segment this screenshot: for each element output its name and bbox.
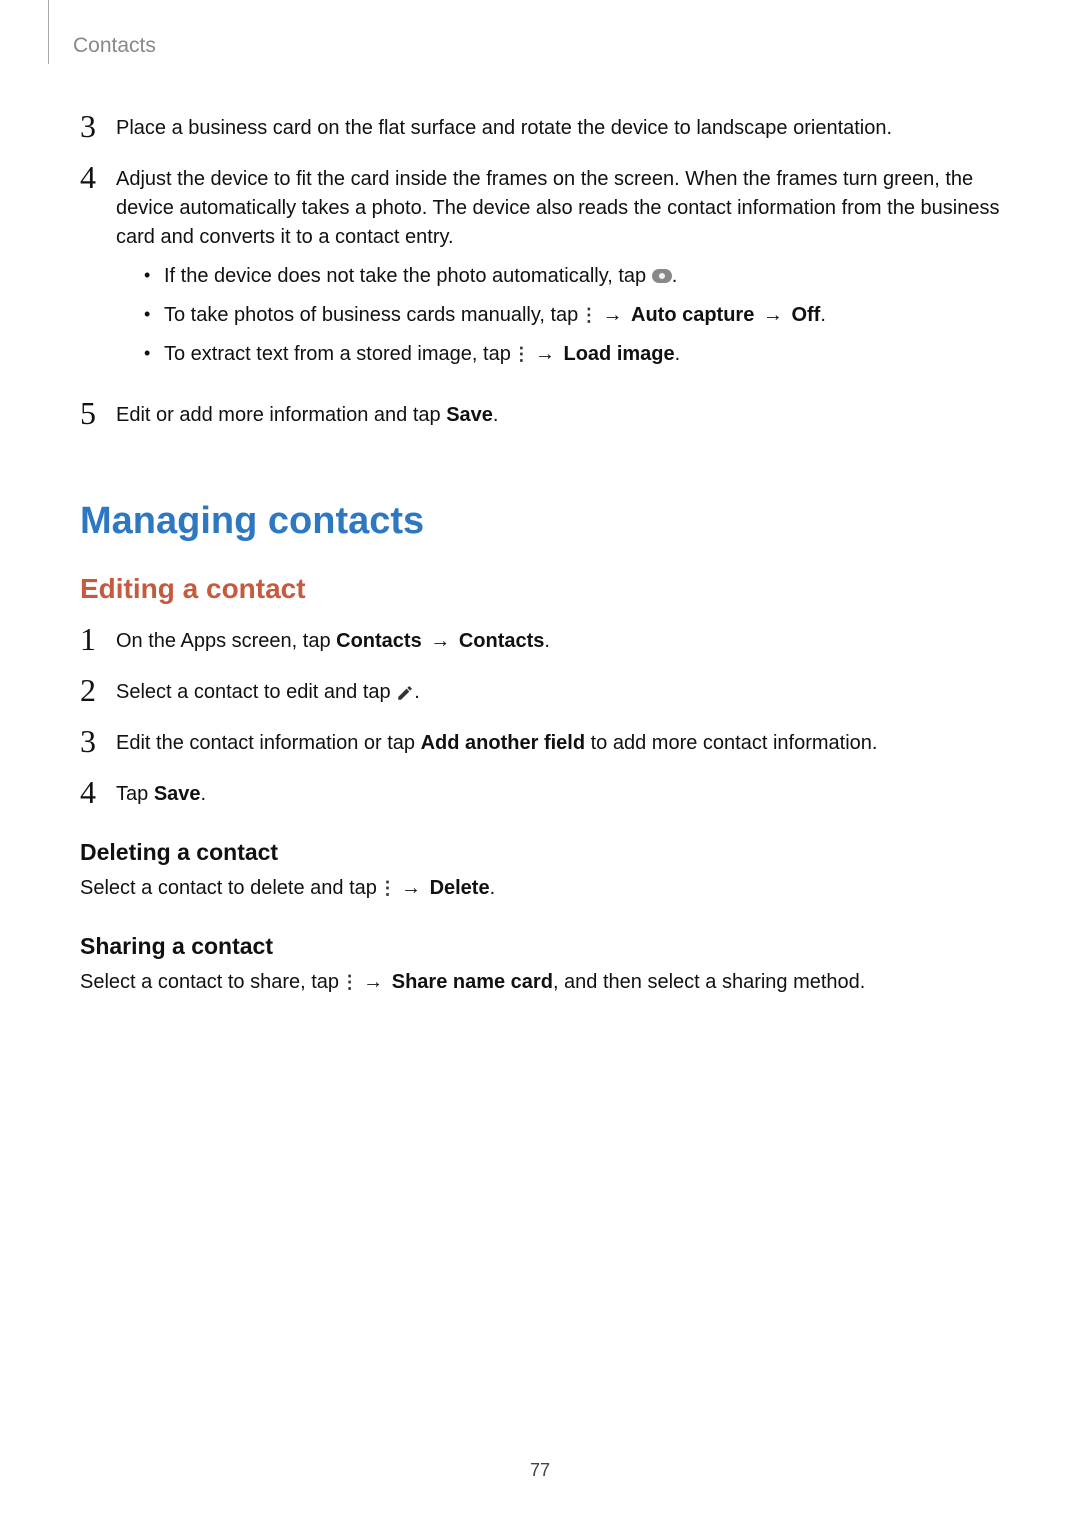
load-image-label: Load image [564, 343, 675, 365]
subsection-heading: Editing a contact [80, 573, 1000, 605]
contacts-tab-label: Contacts [459, 630, 545, 652]
step-4-bullets: • If the device does not take the photo … [116, 262, 1000, 369]
page-body: 3 Place a business card on the flat surf… [0, 0, 1080, 1043]
edit2-pre: Select a contact to edit and tap [116, 681, 396, 703]
arrow-icon: → [599, 304, 625, 326]
edit1-post: . [544, 630, 550, 652]
edit1-pre: On the Apps screen, tap [116, 630, 336, 652]
deleting-paragraph: Select a contact to delete and tap → Del… [80, 874, 1000, 903]
edit2-post: . [414, 681, 420, 703]
step-number: 2 [80, 674, 116, 706]
arrow-icon: → [427, 630, 453, 652]
edit4-post: . [201, 783, 207, 805]
step-number: 4 [80, 776, 116, 808]
bullet-text-pre: To extract text from a stored image, tap [164, 343, 516, 365]
overflow-menu-icon [584, 307, 594, 323]
subsub-heading-deleting: Deleting a contact [80, 839, 1000, 866]
auto-capture-label: Auto capture [631, 304, 754, 326]
step-text: Edit or add more information and tap Sav… [116, 397, 498, 430]
arrow-icon: → [760, 304, 786, 326]
edit-step-4: 4 Tap Save. [80, 776, 1000, 809]
off-label: Off [791, 304, 820, 326]
arrow-icon: → [360, 971, 386, 993]
step-text: Tap Save. [116, 776, 206, 809]
edit-step-3: 3 Edit the contact information or tap Ad… [80, 725, 1000, 758]
step-number: 5 [80, 397, 116, 429]
bullet-auto-capture: • To take photos of business cards manua… [144, 301, 1000, 330]
step-5-post: . [493, 404, 499, 426]
arrow-icon: → [532, 343, 558, 365]
bullet-text-post: . [672, 265, 678, 287]
bullet-text-post: . [820, 304, 826, 326]
step-4: 4 Adjust the device to fit the card insi… [80, 161, 1000, 379]
bullet-dot-icon: • [144, 301, 164, 328]
sharing-post: , and then select a sharing method. [553, 971, 865, 993]
arrow-icon: → [398, 877, 424, 899]
bullet-dot-icon: • [144, 340, 164, 367]
bullet-text-pre: To take photos of business cards manuall… [164, 304, 584, 326]
share-name-card-label: Share name card [392, 971, 553, 993]
subsub-heading-sharing: Sharing a contact [80, 933, 1000, 960]
overflow-menu-icon [516, 346, 526, 362]
bullet-auto-photo: • If the device does not take the photo … [144, 262, 1000, 291]
section-heading: Managing contacts [80, 500, 1000, 543]
deleting-pre: Select a contact to delete and tap [80, 877, 382, 899]
contacts-app-label: Contacts [336, 630, 422, 652]
edit-step-1: 1 On the Apps screen, tap Contacts → Con… [80, 623, 1000, 656]
sharing-paragraph: Select a contact to share, tap → Share n… [80, 968, 1000, 997]
sharing-pre: Select a contact to share, tap [80, 971, 345, 993]
step-text: Edit the contact information or tap Add … [116, 725, 877, 758]
step-5: 5 Edit or add more information and tap S… [80, 397, 1000, 430]
bullet-text-post: . [675, 343, 681, 365]
edit-step-2: 2 Select a contact to edit and tap . [80, 674, 1000, 707]
step-4-intro: Adjust the device to fit the card inside… [116, 168, 999, 248]
step-text: Place a business card on the flat surfac… [116, 110, 892, 143]
header-section-tab: Contacts [48, 0, 156, 64]
camera-chip-icon [652, 269, 672, 283]
overflow-menu-icon [382, 880, 392, 896]
save-label: Save [446, 404, 493, 426]
delete-label: Delete [430, 877, 490, 899]
step-5-pre: Edit or add more information and tap [116, 404, 446, 426]
bullet-load-image: • To extract text from a stored image, t… [144, 340, 1000, 369]
step-number: 3 [80, 110, 116, 142]
edit3-pre: Edit the contact information or tap [116, 732, 421, 754]
edit4-pre: Tap [116, 783, 154, 805]
step-text: Select a contact to edit and tap . [116, 674, 420, 707]
header-section-label: Contacts [73, 34, 156, 58]
step-text: Adjust the device to fit the card inside… [116, 161, 1000, 379]
pencil-edit-icon [396, 684, 414, 702]
step-3: 3 Place a business card on the flat surf… [80, 110, 1000, 143]
step-number: 3 [80, 725, 116, 757]
step-text: On the Apps screen, tap Contacts → Conta… [116, 623, 550, 656]
page-number: 77 [0, 1460, 1080, 1481]
add-another-field-label: Add another field [421, 732, 585, 754]
overflow-menu-icon [345, 974, 355, 990]
step-number: 4 [80, 161, 116, 193]
bullet-text-pre: If the device does not take the photo au… [164, 265, 652, 287]
bullet-dot-icon: • [144, 262, 164, 289]
edit3-post: to add more contact information. [585, 732, 877, 754]
save-label: Save [154, 783, 201, 805]
step-number: 1 [80, 623, 116, 655]
deleting-post: . [490, 877, 496, 899]
